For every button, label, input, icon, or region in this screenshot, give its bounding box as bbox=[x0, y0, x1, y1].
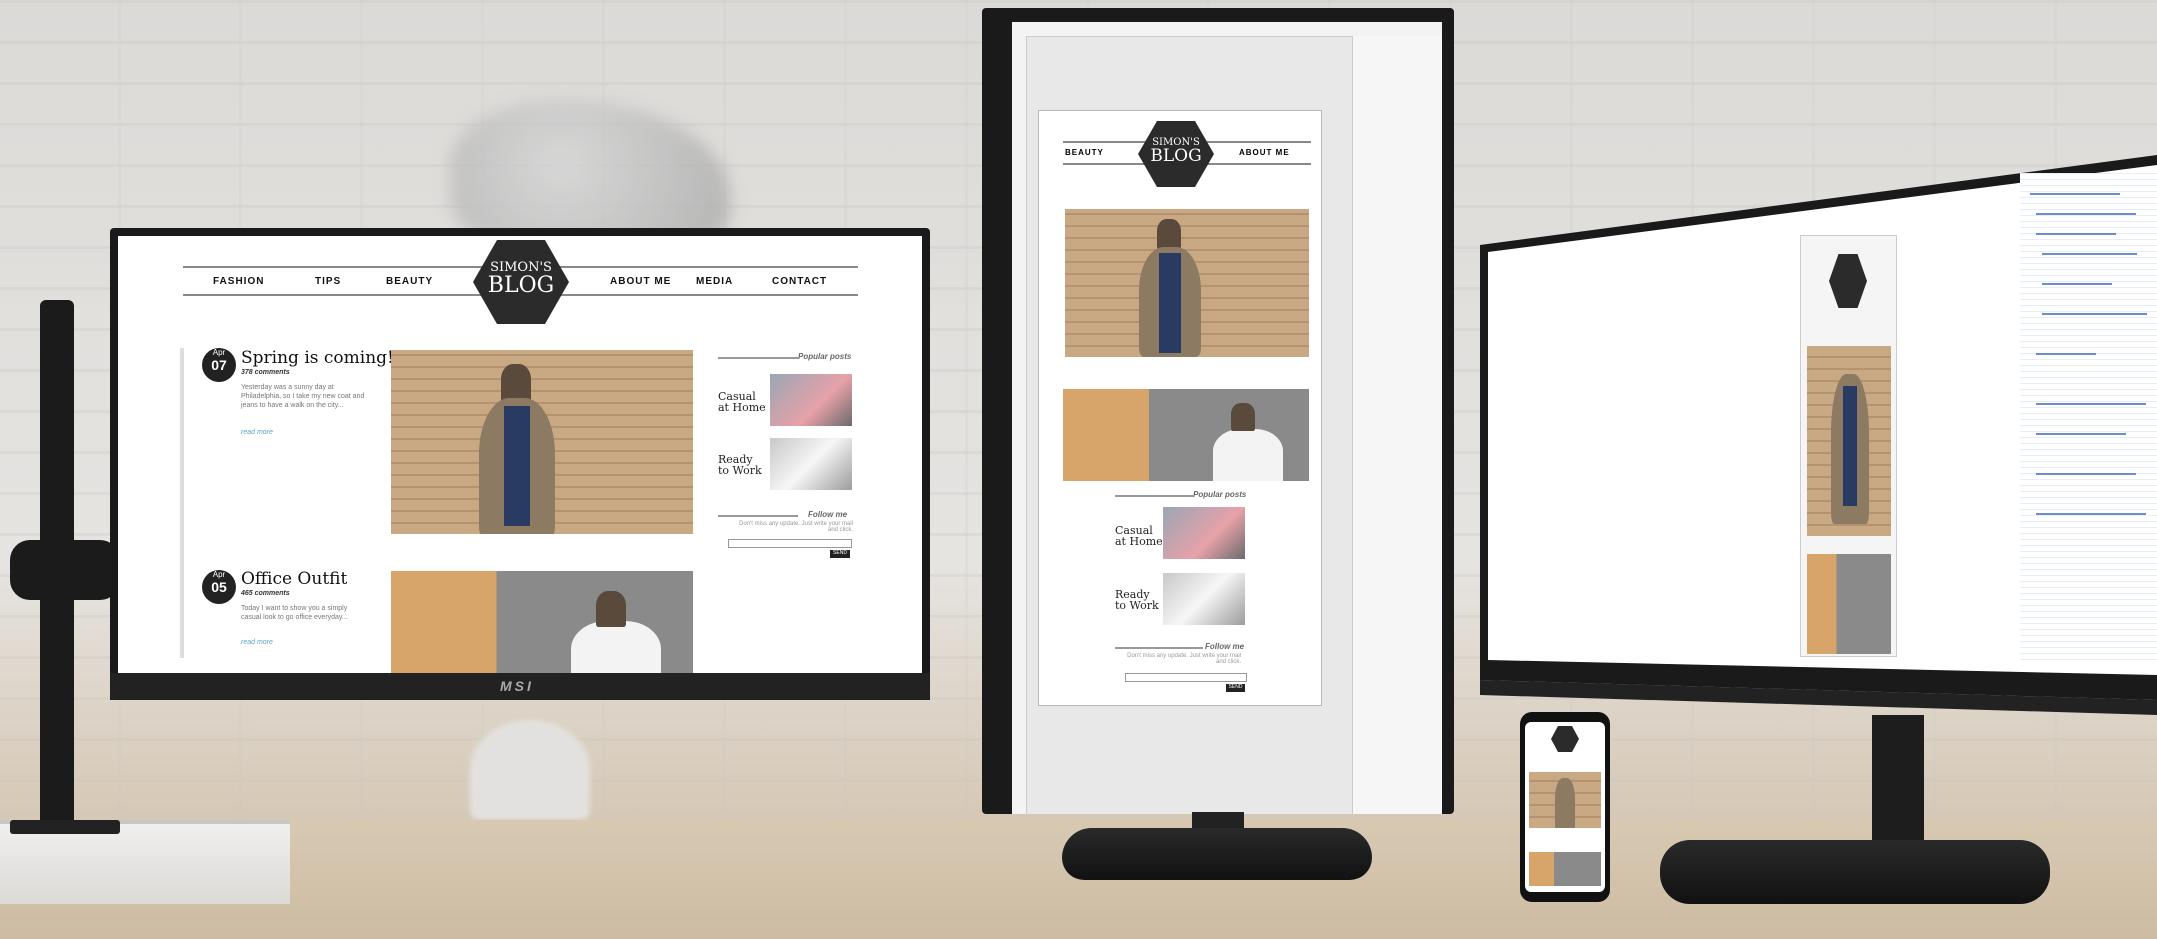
left-monitor: FASHION TIPS BEAUTY ABOUT ME MEDIA CONTA… bbox=[110, 228, 930, 700]
post-day: 07 bbox=[211, 357, 227, 373]
blog-logo[interactable]: SIMON'S BLOG bbox=[473, 240, 569, 324]
popular-post-thumb-home[interactable] bbox=[770, 374, 852, 426]
design-app-toolbar bbox=[1012, 22, 1442, 37]
monitor-chin: MSI bbox=[110, 673, 930, 700]
post-excerpt: Today I want to show you a simply casual… bbox=[241, 605, 348, 621]
popular-posts-heading: Popular posts bbox=[798, 352, 852, 361]
nav-fashion[interactable]: FASHION bbox=[213, 276, 264, 287]
read-more-link[interactable]: read more bbox=[241, 429, 273, 436]
preview-photo-office bbox=[1807, 554, 1891, 654]
phone-screen bbox=[1525, 722, 1605, 892]
blog-nav: FASHION TIPS BEAUTY ABOUT ME MEDIA CONTA… bbox=[183, 240, 858, 324]
post-comments[interactable]: 465 comments bbox=[241, 590, 290, 597]
read-more-link[interactable]: read more bbox=[241, 639, 273, 646]
design-app-tool-rail bbox=[1012, 36, 1027, 814]
artboard-popular-title[interactable]: Casual at Home bbox=[1115, 525, 1163, 547]
popular-post-title[interactable]: Ready to Work bbox=[718, 454, 762, 476]
nav-about-me[interactable]: ABOUT ME bbox=[610, 276, 671, 287]
preview-blog-logo bbox=[1829, 254, 1867, 308]
artboard-popular-heading: Popular posts bbox=[1193, 490, 1247, 499]
logo-line2: BLOG bbox=[487, 273, 555, 298]
post-month: Apr bbox=[212, 348, 226, 357]
artboard-send-button[interactable]: SEND bbox=[1226, 684, 1245, 692]
post-date-badge: Apr 05 bbox=[202, 570, 236, 604]
right-monitor bbox=[1480, 155, 2157, 715]
devtools-panel bbox=[2020, 173, 2157, 665]
artboard-popular-title[interactable]: Ready to Work bbox=[1115, 589, 1159, 611]
design-app-view: BEAUTY ABOUT ME SIMON'S BLOG Popular pos… bbox=[1012, 22, 1442, 814]
blog-desktop-view: FASHION TIPS BEAUTY ABOUT ME MEDIA CONTA… bbox=[118, 236, 922, 673]
artboard-photo-office[interactable] bbox=[1063, 389, 1309, 481]
nav-contact[interactable]: CONTACT bbox=[772, 276, 827, 287]
post-timeline-bar bbox=[180, 348, 184, 658]
devtools-code bbox=[2020, 173, 2157, 665]
phone-photo-office bbox=[1529, 852, 1601, 886]
artboard-email-field[interactable] bbox=[1125, 673, 1247, 682]
right-stand-base bbox=[1660, 840, 2050, 904]
phone-photo-spring bbox=[1529, 772, 1601, 828]
sidebar-divider bbox=[718, 515, 798, 517]
preview-photo-spring bbox=[1807, 346, 1891, 536]
artboard-thumb-home[interactable] bbox=[1163, 507, 1245, 559]
popular-post-title[interactable]: Casual at Home bbox=[718, 391, 766, 413]
monitor-arm-base bbox=[10, 820, 120, 834]
post-day: 05 bbox=[211, 579, 227, 595]
artboard-thumb-work[interactable] bbox=[1163, 573, 1245, 625]
design-app-properties-panel bbox=[1352, 36, 1442, 814]
post-photo-spring[interactable] bbox=[391, 350, 693, 534]
email-field[interactable] bbox=[728, 539, 852, 548]
browser-mobile-preview bbox=[1800, 235, 1897, 657]
msi-logo: MSI bbox=[500, 678, 534, 694]
center-stand-base bbox=[1062, 828, 1372, 880]
follow-me-text: Don't miss any update. Just write your m… bbox=[739, 521, 853, 533]
artboard-follow-heading: Follow me bbox=[1205, 642, 1245, 651]
popular-post-thumb-work[interactable] bbox=[770, 438, 852, 490]
artboard-follow-text: Don't miss any update. Just write your m… bbox=[1127, 653, 1241, 665]
artboard-nav-beauty[interactable]: BEAUTY bbox=[1065, 148, 1104, 157]
follow-me-heading: Follow me bbox=[808, 510, 848, 519]
center-vertical-monitor: BEAUTY ABOUT ME SIMON'S BLOG Popular pos… bbox=[982, 8, 1454, 814]
vase bbox=[470, 720, 590, 820]
send-button[interactable]: SEND bbox=[830, 550, 850, 558]
artboard[interactable]: BEAUTY ABOUT ME SIMON'S BLOG Popular pos… bbox=[1038, 110, 1322, 706]
post-month: Apr bbox=[212, 570, 226, 579]
sidebar-divider bbox=[718, 357, 798, 359]
post-date-badge: Apr 07 bbox=[202, 348, 236, 382]
phone-blog-logo bbox=[1551, 726, 1579, 752]
post-title[interactable]: Office Outfit bbox=[241, 569, 347, 589]
artboard-blog-logo[interactable]: SIMON'S BLOG bbox=[1138, 121, 1214, 187]
post-excerpt: Yesterday was a sunny day at Philadelphi… bbox=[241, 384, 365, 409]
artboard-photo-spring[interactable] bbox=[1065, 209, 1309, 357]
nav-tips[interactable]: TIPS bbox=[315, 276, 341, 287]
post-comments[interactable]: 378 comments bbox=[241, 369, 290, 376]
post-photo-office[interactable] bbox=[391, 571, 693, 673]
smartphone bbox=[1520, 712, 1610, 902]
post-title[interactable]: Spring is coming! bbox=[241, 348, 394, 368]
monitor-arm-joint bbox=[10, 540, 120, 600]
nav-beauty[interactable]: BEAUTY bbox=[386, 276, 433, 287]
logo-line1: SIMON'S bbox=[490, 260, 552, 275]
artboard-nav-about[interactable]: ABOUT ME bbox=[1239, 148, 1290, 157]
nav-media[interactable]: MEDIA bbox=[696, 276, 733, 287]
